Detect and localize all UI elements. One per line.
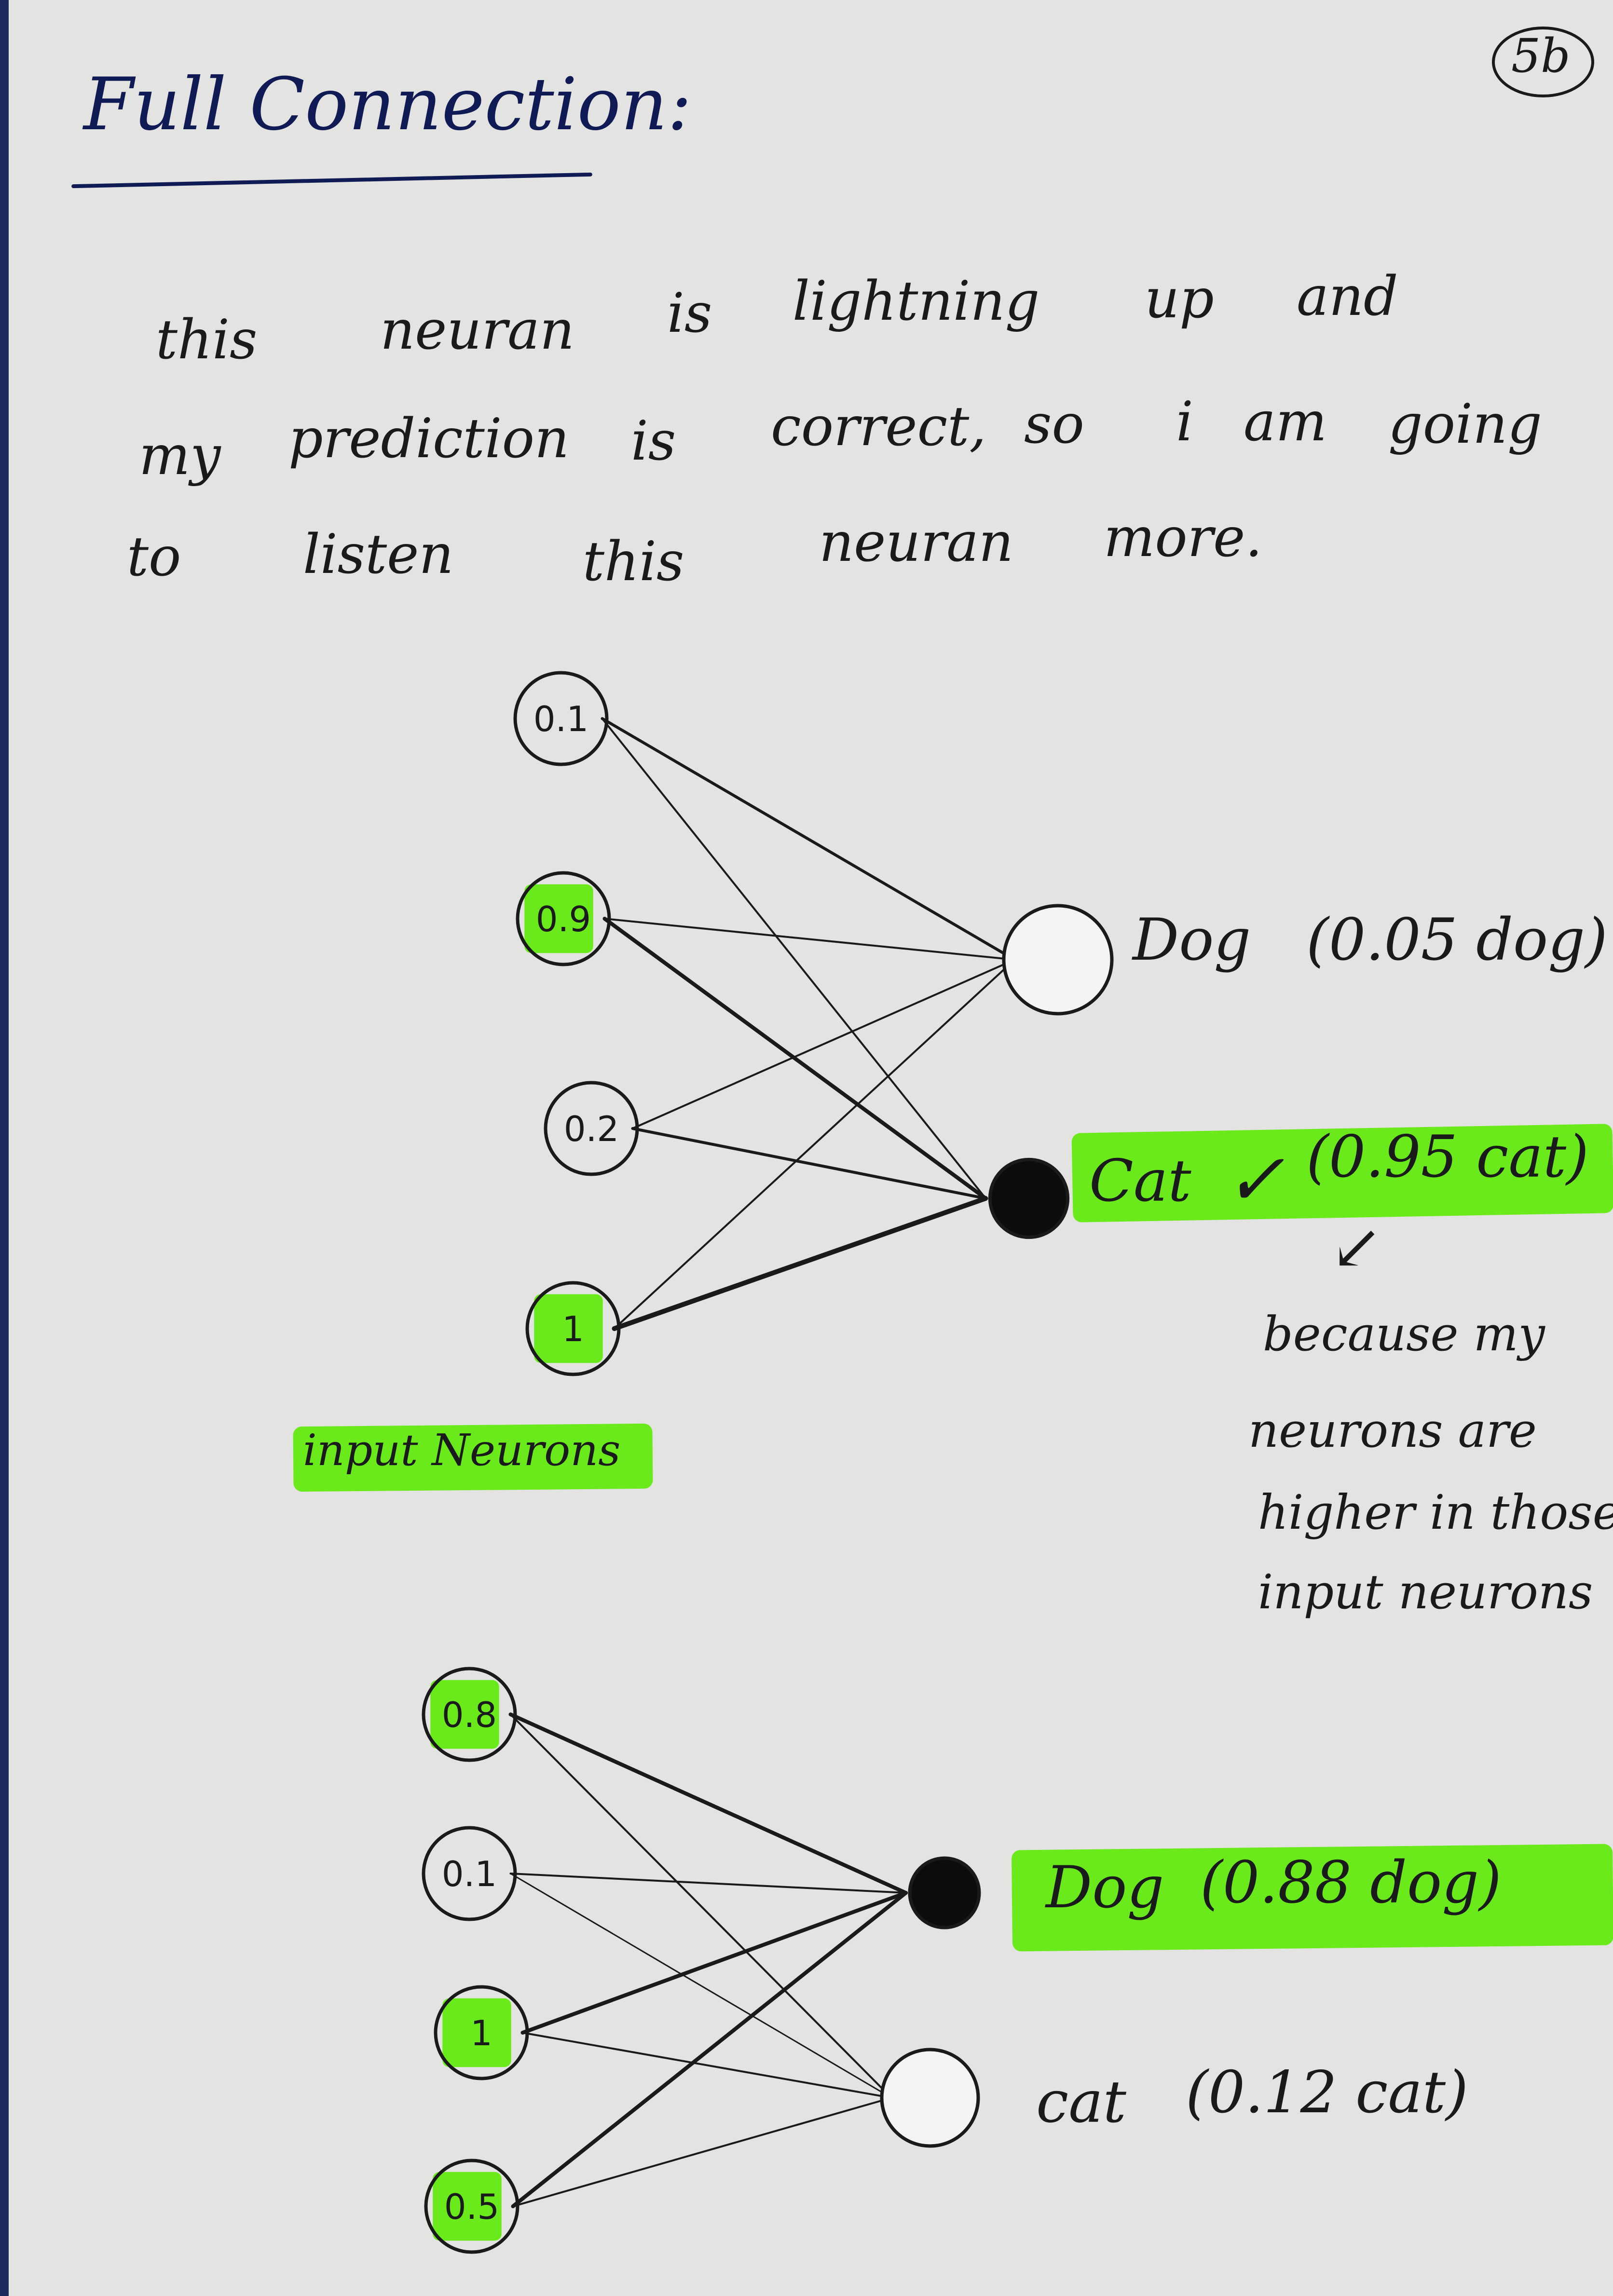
- net1-output-dog-label: Dog: [1133, 907, 1251, 974]
- net1-input-value: 0.1: [533, 699, 589, 739]
- net2-connection: [509, 1873, 907, 1894]
- net1-output-cat-prob: (0.95 cat): [1306, 1124, 1589, 1191]
- down-left-arrow-icon: ↙: [1330, 1210, 1383, 1284]
- net2-input-value: 0.8: [442, 1695, 497, 1735]
- net1-output-neuron: [1002, 904, 1114, 1016]
- input-neurons-label: input Neurons: [303, 1425, 621, 1476]
- net2-connection: [508, 1712, 908, 1895]
- net1-connection: [601, 717, 1016, 961]
- net2-input-value: 0.1: [442, 1854, 497, 1894]
- net1-connection: [612, 1196, 988, 1331]
- net2-connection: [511, 1891, 908, 2208]
- net1-input-value: 1: [562, 1309, 584, 1349]
- net1-connection: [631, 1127, 987, 1200]
- net2-output-dog-prob: (0.88 dog): [1200, 1849, 1502, 1916]
- note-line: neurons are: [1248, 1403, 1537, 1458]
- net1-connection: [631, 959, 1016, 1129]
- note-line: because my: [1263, 1307, 1545, 1362]
- net1-output-cat-label: Cat: [1089, 1148, 1191, 1215]
- net2-output-dog-label: Dog: [1046, 1854, 1164, 1921]
- check-mark-icon: ✓: [1224, 1138, 1285, 1222]
- net2-output-neuron: [908, 1856, 981, 1929]
- net2-input-value: 0.5: [444, 2187, 500, 2227]
- note-line: higher in those: [1258, 1485, 1613, 1540]
- net2-output-cat-label: cat: [1036, 2069, 1126, 2136]
- net1-connection: [613, 959, 1016, 1330]
- net2-input-value: 1: [470, 2013, 492, 2053]
- note-line: input neurons: [1258, 1565, 1593, 1620]
- net2-connection: [512, 2097, 892, 2207]
- net1-input-value: 0.2: [564, 1109, 619, 1149]
- net2-output-neuron: [880, 2048, 980, 2148]
- net1-output-dog-prob: (0.05 dog): [1306, 907, 1608, 974]
- notebook-page: 5b Full Connection: this neuran is light…: [9, 0, 1613, 2296]
- net1-input-value: 0.9: [536, 899, 591, 939]
- net1-output-neuron: [988, 1157, 1070, 1239]
- net2-output-cat-prob: (0.12 cat): [1186, 2059, 1468, 2126]
